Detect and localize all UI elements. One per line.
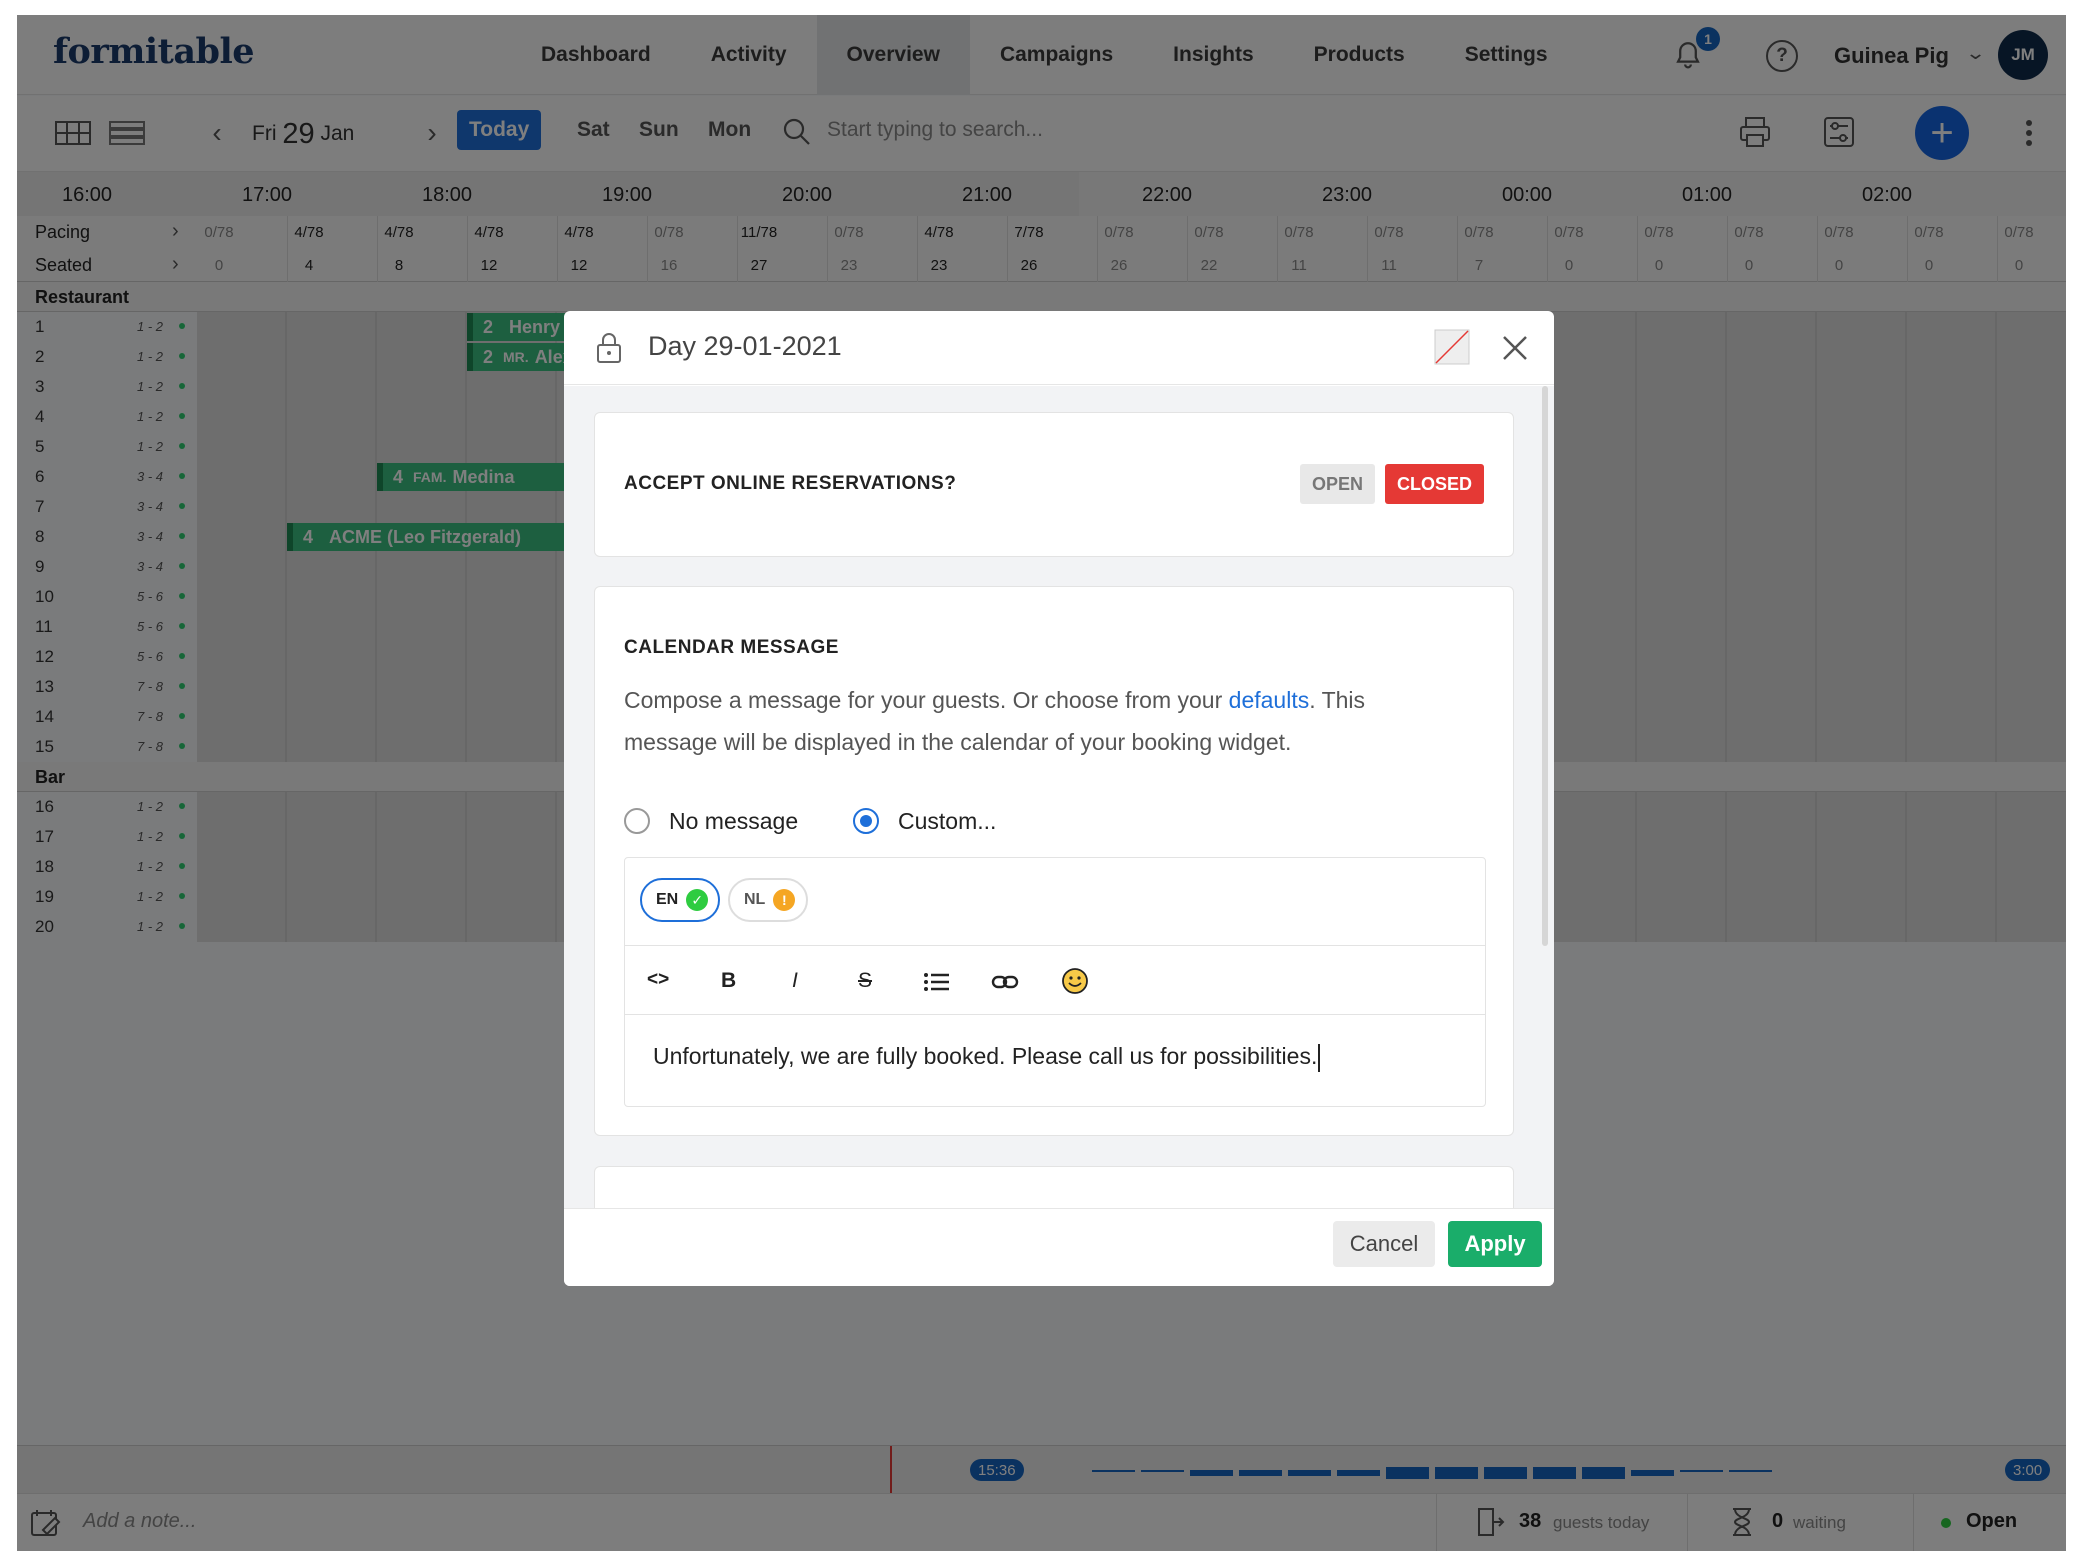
color-swatch-icon[interactable] <box>1434 329 1470 365</box>
closed-toggle[interactable]: CLOSED <box>1385 464 1485 504</box>
text-cursor <box>1318 1043 1321 1072</box>
message-textarea[interactable]: Unfortunately, we are fully booked. Plea… <box>653 1043 1321 1072</box>
radio-no-message[interactable] <box>624 808 650 834</box>
list-icon[interactable] <box>923 970 951 994</box>
cancel-button[interactable]: Cancel <box>1333 1221 1435 1267</box>
emoji-icon[interactable] <box>1061 967 1089 995</box>
lock-icon <box>597 333 621 363</box>
apply-button[interactable]: Apply <box>1448 1221 1542 1267</box>
italic-icon[interactable]: I <box>792 969 798 993</box>
scrollbar[interactable] <box>1542 386 1548 946</box>
link-icon[interactable] <box>991 970 1019 994</box>
modal-footer: Cancel Apply <box>564 1208 1554 1286</box>
bold-icon[interactable]: B <box>721 969 736 993</box>
warning-icon: ! <box>773 889 796 911</box>
day-settings-modal: Day 29-01-2021 ACCEPT ONLINE RESERVATION… <box>564 311 1554 1286</box>
radio-no-message-label[interactable]: No message <box>669 808 798 835</box>
editor-toolbar: <> B I S <box>625 945 1485 1015</box>
code-icon[interactable]: <> <box>647 969 669 991</box>
modal-body: ACCEPT ONLINE RESERVATIONS? OPEN CLOSED … <box>564 386 1554 1286</box>
message-title: CALENDAR MESSAGE <box>624 637 839 658</box>
strikethrough-icon[interactable]: S <box>858 969 872 993</box>
app-window: formitable Dashboard Activity Overview C… <box>17 15 2066 1551</box>
accept-title: ACCEPT ONLINE RESERVATIONS? <box>624 473 957 494</box>
modal-header: Day 29-01-2021 <box>564 311 1554 385</box>
close-icon[interactable] <box>1500 333 1530 363</box>
radio-custom-label[interactable]: Custom... <box>898 808 996 835</box>
modal-title: Day 29-01-2021 <box>648 331 842 361</box>
accept-reservations-card: ACCEPT ONLINE RESERVATIONS? OPEN CLOSED <box>594 412 1514 557</box>
lang-tab-en[interactable]: EN ✓ <box>640 878 720 922</box>
check-icon: ✓ <box>686 889 709 911</box>
rich-text-editor: EN ✓ NL ! <> B I S Unfortunately, we are… <box>624 857 1486 1107</box>
defaults-link[interactable]: defaults <box>1229 687 1310 713</box>
radio-custom[interactable] <box>853 808 879 834</box>
message-description: Compose a message for your guests. Or ch… <box>624 687 1366 755</box>
calendar-message-card: CALENDAR MESSAGE Compose a message for y… <box>594 586 1514 1136</box>
open-toggle[interactable]: OPEN <box>1300 464 1376 504</box>
lang-tab-nl[interactable]: NL ! <box>728 878 808 922</box>
